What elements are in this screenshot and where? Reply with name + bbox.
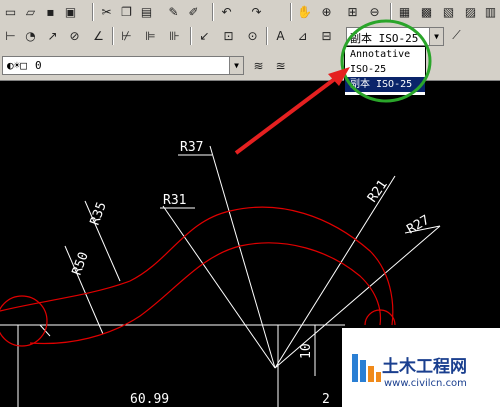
design-center-icon[interactable]: ▩ xyxy=(418,3,435,20)
dropdown-option-annotative[interactable]: Annotative xyxy=(345,47,425,62)
diameter-dim-icon[interactable]: ⊘ xyxy=(66,27,83,44)
match-properties-icon[interactable]: ✎ xyxy=(165,3,182,20)
save-icon[interactable]: ▪ xyxy=(42,3,59,20)
chevron-down-icon[interactable]: ▼ xyxy=(229,57,243,74)
dim-2: 2 xyxy=(322,392,330,407)
paste-icon[interactable]: ▤ xyxy=(138,3,155,20)
watermark-title: 土木工程网 xyxy=(382,357,467,377)
r37-leader xyxy=(209,145,276,369)
block-editor-icon[interactable]: ✐ xyxy=(185,3,202,20)
layer-previous-icon[interactable]: ≊ xyxy=(272,57,289,74)
site-watermark: 土木工程网 www.civilcn.com xyxy=(342,328,500,407)
pan-icon[interactable]: ✋ xyxy=(296,3,313,20)
dim-style-icon[interactable]: ⟋ xyxy=(448,27,465,44)
chevron-down-icon[interactable]: ▼ xyxy=(429,28,443,45)
dim-r37: R37 xyxy=(180,140,203,155)
quick-dim-icon[interactable]: ⊬ xyxy=(118,27,135,44)
plot-icon[interactable]: ▣ xyxy=(62,3,79,20)
open-icon[interactable]: ▱ xyxy=(22,3,39,20)
standard-toolbar: ▭ ▱ ▪ ▣ ✂ ❐ ▤ ✎ ✐ ↶ ↷ ✋ ⊕ ⊞ ⊖ ▦ ▩ ▧ ▨ ▥ xyxy=(0,0,500,25)
left-circle xyxy=(0,295,48,347)
radius-dim-icon[interactable]: ↗ xyxy=(44,27,61,44)
zoom-realtime-icon[interactable]: ⊕ xyxy=(318,3,335,20)
dropdown-option-iso25[interactable]: ISO-25 xyxy=(345,62,425,77)
make-current-layer-icon[interactable]: ≋ xyxy=(250,57,267,74)
linear-dim-icon[interactable]: ⊢ xyxy=(2,27,19,44)
tool-palettes-icon[interactable]: ▧ xyxy=(440,3,457,20)
dim-text-edit-icon[interactable]: ⊿ xyxy=(294,27,311,44)
calculator-icon[interactable]: ▥ xyxy=(482,3,499,20)
dim-r50: R50 xyxy=(70,250,92,277)
dim-r21: R21 xyxy=(365,177,391,205)
dim-r31: R31 xyxy=(163,193,186,208)
new-icon[interactable]: ▭ xyxy=(2,3,19,20)
aligned-dim-icon[interactable]: ◔ xyxy=(22,27,39,44)
properties-icon[interactable]: ▦ xyxy=(396,3,413,20)
copy-icon[interactable]: ❐ xyxy=(118,3,135,20)
layer-value: 0 xyxy=(35,59,42,72)
r31-leader xyxy=(162,205,276,369)
dim-update-icon[interactable]: ⊟ xyxy=(318,27,335,44)
dim-r27: R27 xyxy=(405,213,433,238)
dim-r35: R35 xyxy=(88,200,110,227)
dim-10: 10 xyxy=(299,343,314,359)
leader-icon[interactable]: ↙ xyxy=(196,27,213,44)
baseline-dim-icon[interactable]: ⊫ xyxy=(142,27,159,44)
redo-icon[interactable]: ↷ xyxy=(248,3,265,20)
dim-style-value: 副本 ISO-25 xyxy=(350,32,419,45)
outer-curve xyxy=(0,206,394,326)
dim-edit-icon[interactable]: A xyxy=(272,27,289,44)
undo-icon[interactable]: ↶ xyxy=(218,3,235,20)
angular-dim-icon[interactable]: ∠ xyxy=(90,27,107,44)
layer-state-icons: ◐☀□ xyxy=(7,59,27,72)
center-mark-icon[interactable]: ⊙ xyxy=(244,27,261,44)
dim-60-99: 60.99 xyxy=(130,392,169,407)
sheet-set-icon[interactable]: ▨ xyxy=(462,3,479,20)
layer-combo[interactable]: ◐☀□ 0 ▼ xyxy=(2,56,244,75)
zoom-window-icon[interactable]: ⊞ xyxy=(344,3,361,20)
cut-icon[interactable]: ✂ xyxy=(98,3,115,20)
zoom-previous-icon[interactable]: ⊖ xyxy=(366,3,383,20)
civilcn-logo-icon xyxy=(352,354,381,382)
tolerance-icon[interactable]: ⊡ xyxy=(220,27,237,44)
watermark-url: www.civilcn.com xyxy=(384,378,467,389)
continue-dim-icon[interactable]: ⊪ xyxy=(166,27,183,44)
dim-style-combo[interactable]: 副本 ISO-25 ▼ xyxy=(346,27,444,46)
